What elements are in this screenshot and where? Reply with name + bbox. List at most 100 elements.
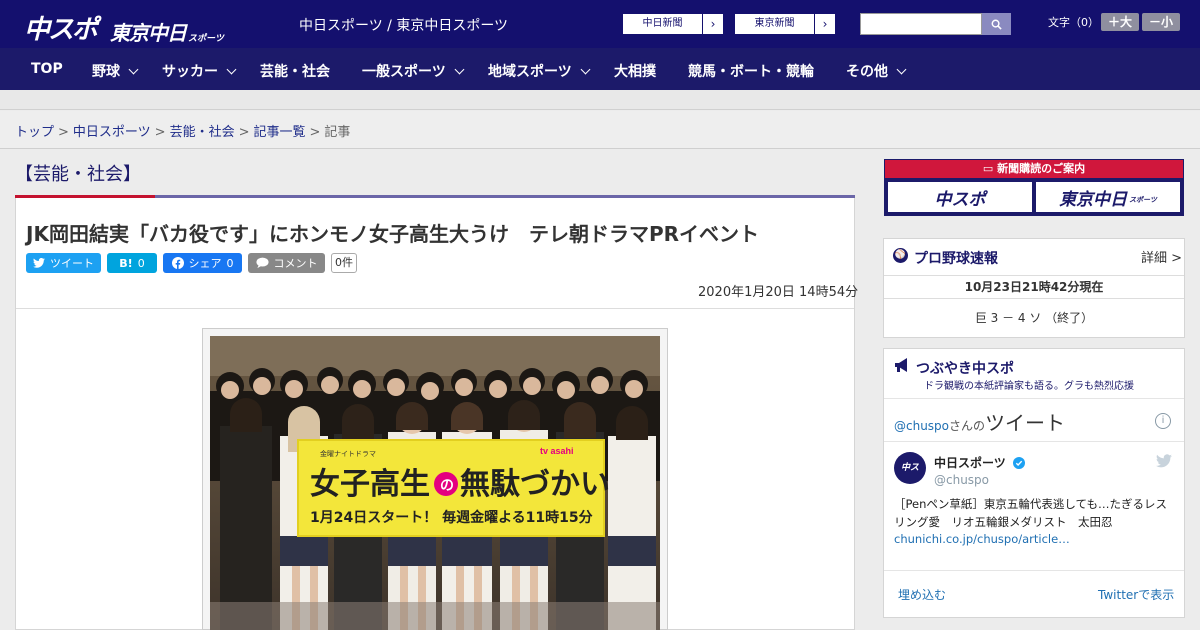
nav-item-others[interactable]: その他 (846, 61, 907, 81)
twitter-san-label: さんの (949, 419, 986, 433)
chuspo-subscribe-button[interactable]: 中スポ (888, 182, 1032, 212)
nav-item-soccer[interactable]: サッカー (162, 61, 237, 81)
logo-sports: スポーツ (188, 34, 224, 44)
newspaper-icon: ▭ (982, 162, 998, 175)
twitter-icon (33, 258, 45, 268)
breadcrumb-separator: > (58, 125, 69, 140)
tv-asahi-logo: tv asahi (540, 446, 574, 456)
search-input[interactable] (860, 13, 982, 35)
nav-item-baseball[interactable]: 野球 (92, 61, 139, 81)
paper-button-label: 中日新聞 (623, 14, 703, 34)
tweet-user-name[interactable]: 中日スポーツ (934, 454, 1025, 471)
article-category[interactable]: 【芸能・社会】 (15, 160, 141, 186)
tweet-user-name-text: 中日スポーツ (934, 456, 1006, 470)
article-photo[interactable]: 金曜ナイトドラマ tv asahi 女子高生 の 無駄づかい 1月24日スタート… (210, 336, 660, 630)
tweet-link[interactable]: chunichi.co.jp/chuspo/article… (894, 532, 1070, 546)
article-headline: JK岡田結実「バカ役です」にホンモノ女子高生大うけ テレ朝ドラマPRイベント (26, 222, 759, 246)
nav-item-label: その他 (846, 64, 888, 80)
site-header: 中スポ 東京中日 スポーツ 中日スポーツ / 東京中日スポーツ 中日新聞 › 東… (0, 0, 1200, 48)
embed-link[interactable]: 埋め込む (898, 586, 946, 603)
twitter-widget-title: @chuspoさんのツイート (894, 407, 1065, 436)
chuspo-subscribe-label: 中スポ (934, 189, 986, 210)
tokyo-chunichi-subscribe-label: 東京中日 (1059, 189, 1128, 210)
nav-item-label: 競馬・ボート・競輪 (688, 64, 814, 80)
view-on-twitter-link[interactable]: Twitterで表示 (1098, 586, 1174, 603)
tweet-button[interactable]: ツイート (26, 253, 101, 273)
breadcrumb-separator: > (154, 125, 166, 140)
facebook-count: 0 (226, 256, 234, 270)
chunichi-shimbun-button[interactable]: 中日新聞 › (622, 13, 724, 35)
subscription-title-text: 新聞購読のご案内 (997, 162, 1086, 175)
baseball-game-score[interactable]: 巨 3 － 4 ソ （終了） (884, 309, 1184, 326)
tokyo-chunichi-sports-label: スポーツ (1129, 196, 1157, 204)
chuspo-avatar[interactable]: 中ス (894, 452, 926, 484)
banner-title-no: の (440, 478, 454, 494)
verified-badge-icon (1012, 457, 1025, 469)
breadcrumb-separator: > (238, 125, 250, 140)
hatena-bookmark-button[interactable]: B! 0 (107, 253, 157, 273)
nav-item-top[interactable]: TOP (31, 61, 63, 77)
twitter-handle-link[interactable]: @chuspo (894, 419, 949, 433)
search-button[interactable] (982, 13, 1011, 35)
breadcrumb: トップ > 中日スポーツ > 芸能・社会 > 記事一覧 > 記事 (0, 111, 1200, 149)
nav-item-keiba[interactable]: 競馬・ボート・競輪 (688, 61, 814, 81)
breadcrumb-separator: > (309, 125, 321, 140)
hatena-count: 0 (137, 256, 145, 270)
chevron-down-icon (896, 64, 907, 74)
info-icon[interactable]: i (1155, 413, 1171, 429)
event-photo: 金曜ナイトドラマ tv asahi 女子高生 の 無駄づかい 1月24日スタート… (210, 336, 660, 630)
nav-item-label: サッカー (162, 64, 218, 80)
search-icon (991, 19, 1002, 30)
font-bigger-button[interactable]: ＋大 (1101, 13, 1139, 31)
baseball-icon: ⚾ (893, 248, 908, 263)
font-size-label: 文字（0） (1048, 16, 1099, 29)
site-name[interactable]: 中日スポーツ / 東京中日スポーツ (299, 15, 508, 35)
comment-button[interactable]: コメント (248, 253, 325, 273)
nav-item-local-sports[interactable]: 地域スポーツ (488, 61, 591, 81)
tweet-user-handle[interactable]: @chuspo (934, 473, 989, 487)
banner-small-text: 金曜ナイトドラマ (320, 449, 376, 458)
nav-item-general-sports[interactable]: 一般スポーツ (362, 61, 465, 81)
chevron-right-icon: › (710, 17, 716, 31)
breadcrumb-link-top[interactable]: トップ (15, 125, 54, 140)
chevron-down-icon (454, 64, 465, 74)
twitter-bird-icon[interactable] (1156, 454, 1172, 468)
publish-date: 2020年1月20日 14時54分 (698, 285, 859, 300)
megaphone-icon (895, 358, 907, 372)
baseball-detail-link[interactable]: 詳細 > (1141, 247, 1182, 266)
logo-chuspo: 中スポ (24, 15, 98, 45)
paper-button-label: 東京新聞 (735, 14, 815, 34)
breadcrumb-current: 記事 (324, 125, 351, 140)
tweet-button-label: ツイート (50, 257, 94, 270)
facebook-share-button[interactable]: シェア 0 (163, 253, 242, 273)
nav-item-label: 大相撲 (614, 64, 656, 80)
facebook-share-label: シェア (188, 257, 222, 270)
tweet-footer-divider (884, 570, 1184, 571)
tweet-text: ［Penペン草紙］東京五輪代表逃しても…たぎるレスリング愛 リオ五輪銀メダリスト… (894, 497, 1167, 529)
font-smaller-button[interactable]: －小 (1142, 13, 1180, 31)
logo-tokyo-chunichi: 東京中日 (110, 21, 187, 45)
breadcrumb-link-article-list[interactable]: 記事一覧 (254, 125, 306, 140)
baseball-scores-title: プロ野球速報 (914, 251, 998, 267)
nav-item-label: 地域スポーツ (488, 64, 572, 80)
breadcrumb-link-chunichi-sports[interactable]: 中日スポーツ (73, 125, 151, 140)
banner-title-2: 無駄づかい (460, 467, 610, 502)
article-divider (16, 308, 854, 309)
nav-item-label: TOP (31, 61, 63, 77)
chevron-down-icon (226, 64, 237, 74)
site-logo[interactable]: 中スポ 東京中日 スポーツ (24, 9, 224, 46)
main-nav: TOP 野球 サッカー 芸能・社会 一般スポーツ 地域スポーツ 大相撲 競馬・ボ… (0, 48, 1200, 90)
subscription-ad-title: ▭ 新聞購読のご案内 (885, 160, 1183, 178)
breadcrumb-link-entertainment[interactable]: 芸能・社会 (170, 125, 235, 140)
comment-icon (255, 257, 269, 269)
tokyo-chunichi-subscribe-button[interactable]: 東京中日 スポーツ (1036, 182, 1180, 212)
nav-item-label: 芸能・社会 (260, 64, 330, 80)
nav-item-entertainment[interactable]: 芸能・社会 (260, 61, 330, 81)
banner-schedule: 1月24日スタート！ 毎週金曜よる11時15分 (310, 509, 593, 526)
comment-button-label: コメント (273, 257, 318, 270)
baseball-updated-time: 10月23日21時42分現在 (884, 275, 1184, 299)
tokyo-shimbun-button[interactable]: 東京新聞 › (734, 13, 836, 35)
nav-item-sumo[interactable]: 大相撲 (614, 61, 656, 81)
comment-count: 0件 (331, 253, 357, 273)
chevron-down-icon (128, 64, 139, 74)
